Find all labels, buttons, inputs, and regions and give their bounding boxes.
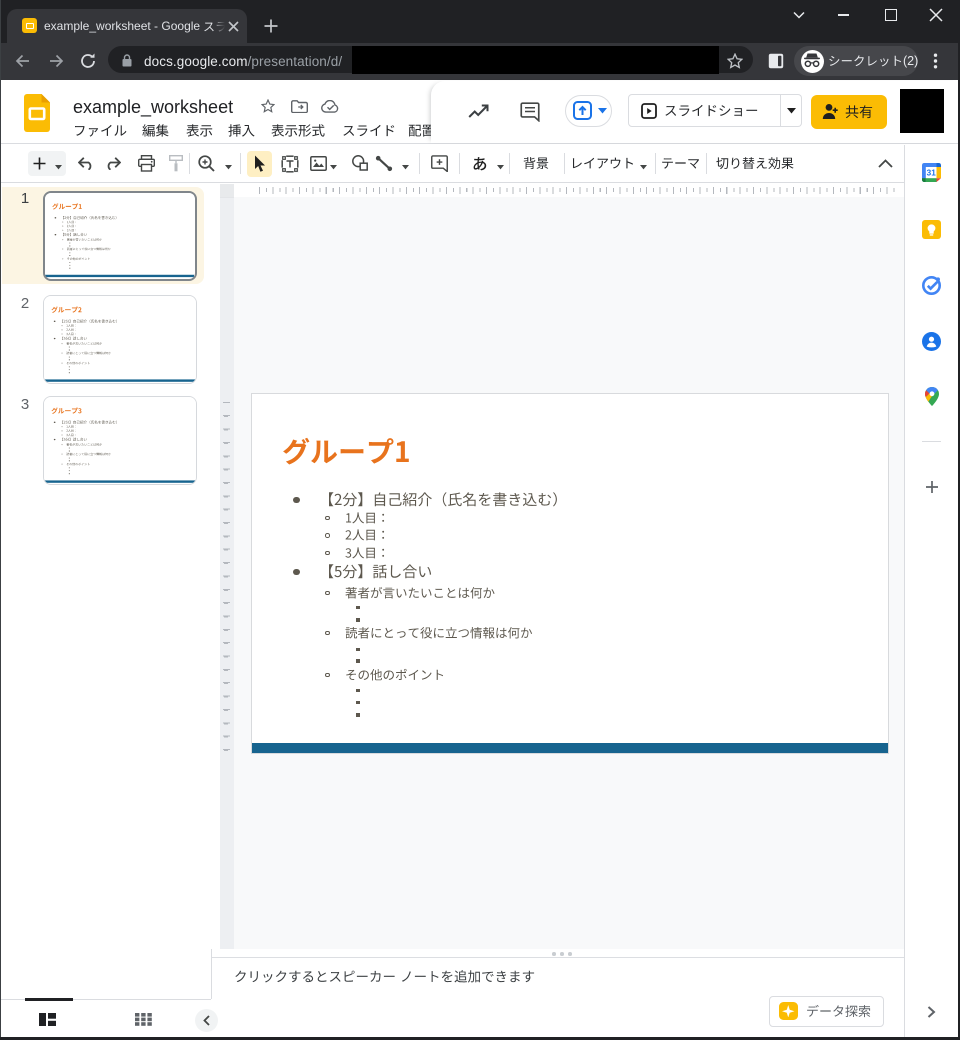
svg-text:31: 31	[927, 169, 937, 178]
